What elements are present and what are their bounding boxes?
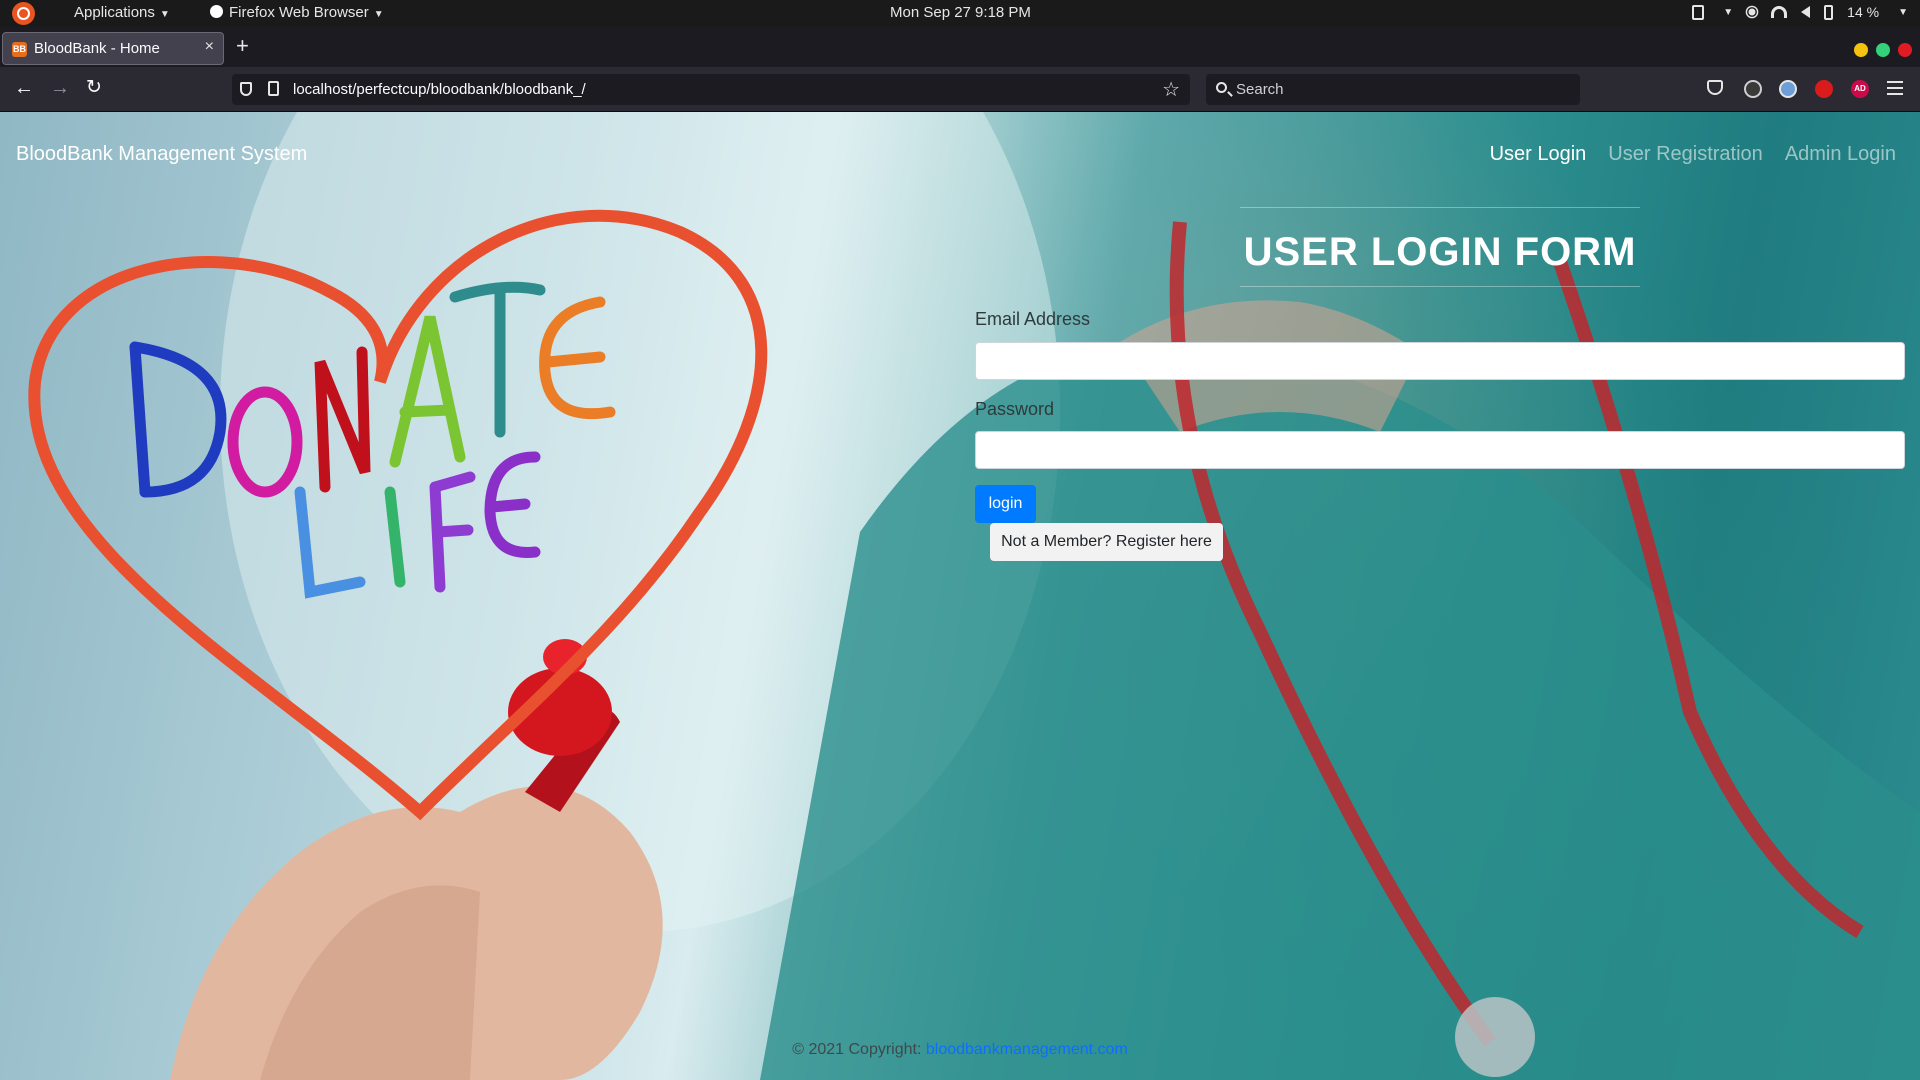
applications-menu[interactable]: Applications ▼: [74, 4, 170, 21]
reload-icon[interactable]: ↻: [86, 78, 102, 98]
search-icon: [1216, 82, 1227, 93]
email-label: Email Address: [975, 309, 1091, 329]
site-nav: User Login User Registration Admin Login: [1490, 143, 1896, 166]
applications-menu-label: Applications: [74, 4, 155, 21]
tab-bloodbank-home[interactable]: BB BloodBank - Home ×: [2, 32, 224, 65]
search-input[interactable]: Search: [1206, 74, 1580, 105]
volume-icon: [1801, 6, 1811, 18]
battery-percentage: 14 %: [1847, 4, 1880, 20]
pocket-icon[interactable]: [1707, 80, 1723, 95]
os-top-bar: Applications ▼ Firefox Web Browser ▼ Mon S…: [0, 0, 1920, 27]
back-arrow-icon[interactable]: ←: [14, 78, 34, 98]
footer-link[interactable]: bloodbankmanagement.com: [926, 1041, 1128, 1058]
adblock-icon[interactable]: AD: [1851, 80, 1869, 98]
site-brand[interactable]: BloodBank Management System: [16, 143, 307, 166]
password-field[interactable]: [975, 431, 1905, 469]
firefox-icon: [210, 5, 223, 18]
page-content: BloodBank Management System User Login U…: [0, 112, 1920, 1080]
register-button[interactable]: Not a Member? Register here: [990, 523, 1223, 561]
forward-arrow-icon[interactable]: →: [50, 78, 70, 98]
url-bar[interactable]: localhost/perfectcup/bloodbank/bloodbank…: [232, 74, 1190, 105]
nav-user-registration[interactable]: User Registration: [1608, 143, 1763, 166]
page-icon: [268, 81, 279, 96]
window-close-button[interactable]: [1898, 43, 1912, 57]
footer-copyright: © 2021 Copyright:: [792, 1041, 926, 1058]
close-icon[interactable]: ×: [205, 38, 214, 56]
form-title: USER LOGIN FORM: [1243, 230, 1637, 274]
system-tray[interactable]: ▼ 14 % ▼: [1692, 4, 1908, 20]
ubuntu-logo-icon[interactable]: [12, 2, 35, 25]
chevron-down-icon: ▼: [159, 9, 170, 20]
tab-title: BloodBank - Home: [34, 40, 160, 57]
extension-shield-icon[interactable]: [1815, 80, 1833, 98]
hamburger-menu-icon[interactable]: [1887, 81, 1903, 99]
email-field[interactable]: [975, 342, 1905, 380]
footer: © 2021 Copyright: bloodbankmanagement.co…: [0, 1041, 1920, 1059]
firefox-app-menu[interactable]: Firefox Web Browser ▼: [210, 4, 384, 21]
brightness-icon: [1748, 8, 1756, 16]
new-tab-button[interactable]: +: [236, 33, 249, 59]
site-favicon-icon: BB: [12, 42, 27, 57]
notes-icon[interactable]: [1692, 4, 1705, 20]
browser-tab-strip: BB BloodBank - Home × +: [0, 27, 1920, 67]
url-text[interactable]: localhost/perfectcup/bloodbank/bloodbank…: [293, 81, 586, 98]
firefox-app-menu-label: Firefox Web Browser: [229, 4, 369, 21]
window-maximize-button[interactable]: [1876, 43, 1890, 57]
window-minimize-button[interactable]: [1854, 43, 1868, 57]
form-title-block: USER LOGIN FORM: [1240, 207, 1640, 287]
chevron-down-icon: ▼: [1898, 6, 1908, 18]
bookmark-star-icon[interactable]: ☆: [1162, 77, 1180, 102]
search-placeholder: Search: [1236, 81, 1284, 98]
browser-nav-bar: ← → ↻ localhost/perfectcup/bloodbank/blo…: [0, 67, 1920, 112]
shield-icon[interactable]: [240, 82, 252, 96]
extension-cat-icon[interactable]: [1744, 80, 1762, 98]
clock[interactable]: Mon Sep 27 9:18 PM: [890, 4, 1031, 21]
password-label: Password: [975, 399, 1055, 419]
battery-icon: [1824, 4, 1834, 20]
chevron-down-icon: ▼: [1723, 6, 1734, 18]
nav-admin-login[interactable]: Admin Login: [1785, 143, 1896, 166]
extension-globe-icon[interactable]: [1779, 80, 1797, 98]
nav-user-login[interactable]: User Login: [1490, 143, 1587, 166]
login-button[interactable]: login: [975, 485, 1036, 523]
wifi-icon: [1771, 6, 1788, 18]
chevron-down-icon: ▼: [373, 9, 384, 20]
